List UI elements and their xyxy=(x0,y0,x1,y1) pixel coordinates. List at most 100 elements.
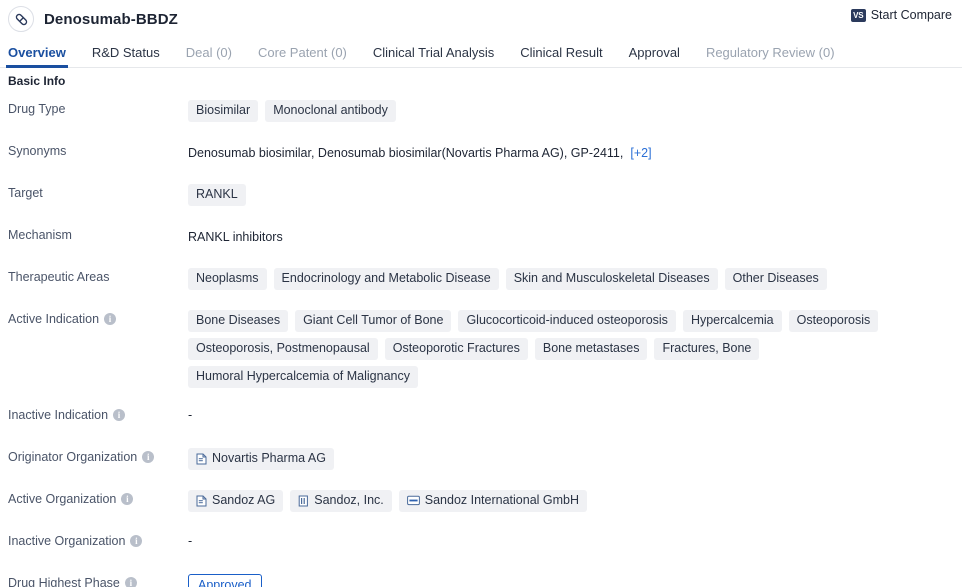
page-header: Denosumab-BBDZ VS Start Compare xyxy=(0,0,962,38)
tab-overview[interactable]: Overview xyxy=(6,45,68,68)
start-compare-button[interactable]: VS Start Compare xyxy=(850,8,952,22)
inactive-organization-value: - xyxy=(188,534,193,548)
tag-active-indication[interactable]: Fractures, Bone xyxy=(654,338,760,360)
row-therapeutic-areas: Therapeutic Areas Neoplasms Endocrinolog… xyxy=(0,267,962,291)
row-mechanism: Mechanism RANKL inhibitors xyxy=(0,225,962,249)
value-drug-type: Biosimilar Monoclonal antibody xyxy=(188,99,954,122)
org-name: Sandoz International GmbH xyxy=(424,493,580,507)
tag-therapeutic-area[interactable]: Neoplasms xyxy=(188,268,267,290)
info-icon[interactable]: i xyxy=(113,409,126,421)
tag-active-indication[interactable]: Bone Diseases xyxy=(188,310,289,332)
org-name: Sandoz AG xyxy=(212,493,276,507)
label-drug-highest-phase: Drug Highest Phase i xyxy=(8,573,188,587)
label-synonyms: Synonyms xyxy=(8,141,188,158)
tab-regulatory-review[interactable]: Regulatory Review (0) xyxy=(706,45,835,67)
label-target-text: Target xyxy=(8,186,43,200)
label-drug-type-text: Drug Type xyxy=(8,102,66,116)
tag-target[interactable]: RANKL xyxy=(188,184,246,206)
info-icon[interactable]: i xyxy=(104,313,117,325)
tag-active-indication[interactable]: Osteoporotic Fractures xyxy=(384,338,528,360)
label-active-indication: Active Indication i xyxy=(8,309,188,326)
overview-panel: Basic Info Drug Type Biosimilar Monoclon… xyxy=(0,68,962,587)
value-originator-organization: Novartis Pharma AG xyxy=(188,447,954,470)
tag-active-indication[interactable]: Osteoporosis, Postmenopausal xyxy=(188,338,378,360)
label-active-indication-text: Active Indication xyxy=(8,312,100,326)
tag-therapeutic-area[interactable]: Endocrinology and Metabolic Disease xyxy=(273,268,499,290)
tag-active-indication[interactable]: Osteoporosis xyxy=(788,310,879,332)
tab-core-patent[interactable]: Core Patent (0) xyxy=(258,45,347,67)
label-mechanism: Mechanism xyxy=(8,225,188,242)
tag-therapeutic-area[interactable]: Other Diseases xyxy=(724,268,827,290)
synonyms-text: Denosumab biosimilar, Denosumab biosimil… xyxy=(188,146,624,160)
label-drug-highest-phase-text: Drug Highest Phase xyxy=(8,576,120,587)
value-inactive-organization: - xyxy=(188,531,954,548)
tag-therapeutic-area[interactable]: Skin and Musculoskeletal Diseases xyxy=(505,268,718,290)
tag-active-indication[interactable]: Humoral Hypercalcemia of Malignancy xyxy=(188,366,418,388)
label-inactive-indication: Inactive Indication i xyxy=(8,405,188,422)
value-inactive-indication: - xyxy=(188,405,954,422)
page-title: Denosumab-BBDZ xyxy=(44,10,178,28)
tag-drug-type[interactable]: Monoclonal antibody xyxy=(265,100,396,122)
tab-bar: Overview R&D Status Deal (0) Core Patent… xyxy=(0,38,962,68)
inactive-indication-value: - xyxy=(188,408,193,422)
tab-deal[interactable]: Deal (0) xyxy=(186,45,232,67)
tag-drug-type[interactable]: Biosimilar xyxy=(188,100,259,122)
tag-active-indication[interactable]: Hypercalcemia xyxy=(682,310,782,332)
company-doc-icon xyxy=(196,453,207,465)
start-compare-label: Start Compare xyxy=(870,8,952,22)
company-doc-alt-icon xyxy=(298,495,309,507)
row-originator-organization: Originator Organization i Novartis Pharm… xyxy=(0,447,962,471)
org-chip-sandoz-inc[interactable]: Sandoz, Inc. xyxy=(290,490,392,512)
company-card-icon xyxy=(406,495,420,506)
section-title-basic-info: Basic Info xyxy=(8,74,66,88)
row-drug-highest-phase: Drug Highest Phase i Approved xyxy=(0,573,962,587)
row-active-indication: Active Indication i Bone Diseases Giant … xyxy=(0,309,962,388)
label-drug-type: Drug Type xyxy=(8,99,188,116)
label-originator-organization-text: Originator Organization xyxy=(8,450,138,464)
org-chip-novartis-pharma-ag[interactable]: Novartis Pharma AG xyxy=(188,448,334,470)
value-active-organization: Sandoz AG Sandoz, Inc. Sandoz Internatio… xyxy=(188,489,954,512)
label-target: Target xyxy=(8,183,188,200)
org-name: Novartis Pharma AG xyxy=(212,451,326,465)
label-therapeutic-areas-text: Therapeutic Areas xyxy=(8,270,110,284)
label-active-organization: Active Organization i xyxy=(8,489,188,506)
tab-rd-status[interactable]: R&D Status xyxy=(92,45,160,67)
label-active-organization-text: Active Organization xyxy=(8,492,117,506)
info-icon[interactable]: i xyxy=(130,535,143,547)
row-active-organization: Active Organization i Sandoz AG Sandoz, … xyxy=(0,489,962,513)
value-therapeutic-areas: Neoplasms Endocrinology and Metabolic Di… xyxy=(188,267,954,290)
company-doc-icon xyxy=(196,495,207,507)
tag-active-indication[interactable]: Bone metastases xyxy=(534,338,648,360)
label-inactive-organization: Inactive Organization i xyxy=(8,531,188,548)
mechanism-text: RANKL inhibitors xyxy=(188,230,283,244)
row-drug-type: Drug Type Biosimilar Monoclonal antibody xyxy=(0,99,962,123)
tag-active-indication[interactable]: Glucocorticoid-induced osteoporosis xyxy=(458,310,676,332)
tag-active-indication[interactable]: Giant Cell Tumor of Bone xyxy=(295,310,452,332)
label-synonyms-text: Synonyms xyxy=(8,144,67,158)
synonyms-more-link[interactable]: [+2] xyxy=(630,142,651,162)
value-mechanism: RANKL inhibitors xyxy=(188,225,954,246)
label-originator-organization: Originator Organization i xyxy=(8,447,188,464)
row-target: Target RANKL xyxy=(0,183,962,207)
tab-clinical-trial-analysis[interactable]: Clinical Trial Analysis xyxy=(373,45,494,67)
label-therapeutic-areas: Therapeutic Areas xyxy=(8,267,188,284)
org-name: Sandoz, Inc. xyxy=(314,493,384,507)
label-inactive-organization-text: Inactive Organization xyxy=(8,534,126,548)
org-chip-sandoz-ag[interactable]: Sandoz AG xyxy=(188,490,284,512)
label-inactive-indication-text: Inactive Indication xyxy=(8,408,109,422)
row-synonyms: Synonyms Denosumab biosimilar, Denosumab… xyxy=(0,141,962,165)
info-icon[interactable]: i xyxy=(121,493,134,505)
info-icon[interactable]: i xyxy=(124,577,137,587)
pill-capsule-icon xyxy=(8,6,34,32)
tab-approval[interactable]: Approval xyxy=(629,45,680,67)
org-chip-sandoz-international-gmbh[interactable]: Sandoz International GmbH xyxy=(398,490,588,512)
value-active-indication: Bone Diseases Giant Cell Tumor of Bone G… xyxy=(188,309,954,388)
value-synonyms: Denosumab biosimilar, Denosumab biosimil… xyxy=(188,141,954,162)
tab-clinical-result[interactable]: Clinical Result xyxy=(520,45,602,67)
row-inactive-organization: Inactive Organization i - xyxy=(0,531,962,555)
row-inactive-indication: Inactive Indication i - xyxy=(0,405,962,429)
vs-icon: VS xyxy=(850,8,866,22)
info-icon[interactable]: i xyxy=(142,451,155,463)
status-badge-approved[interactable]: Approved xyxy=(188,574,262,587)
value-target: RANKL xyxy=(188,183,954,206)
